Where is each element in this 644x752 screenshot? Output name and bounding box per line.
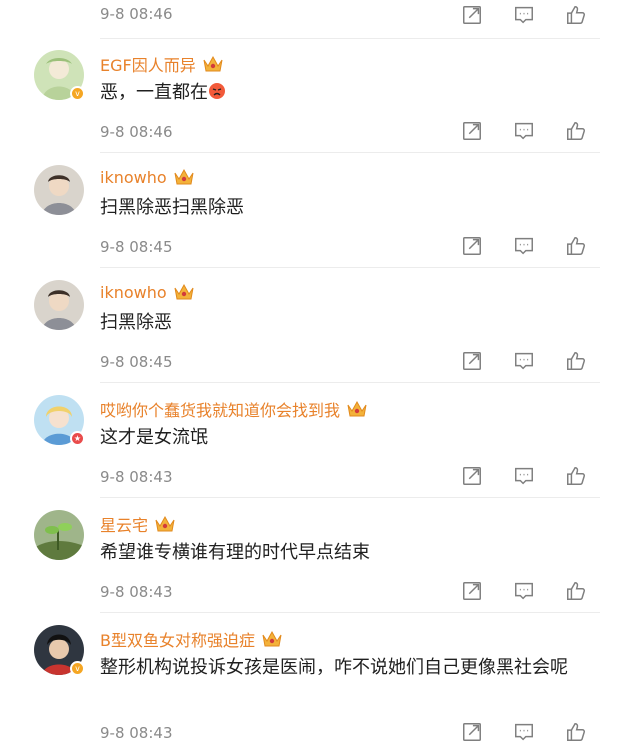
timestamp: 9-8 08:45: [100, 353, 173, 371]
like-icon[interactable]: [564, 579, 588, 603]
like-icon[interactable]: [564, 119, 588, 143]
share-icon[interactable]: [460, 720, 484, 744]
timestamp: 9-8 08:43: [100, 724, 173, 742]
avatar[interactable]: [34, 510, 84, 560]
action-bar: [460, 349, 588, 373]
comment-text: 扫黑除恶: [100, 312, 172, 333]
username[interactable]: iknowho: [100, 168, 167, 187]
share-icon[interactable]: [460, 119, 484, 143]
username[interactable]: 哎哟你个蠢货我就知道你会找到我: [100, 397, 340, 421]
divider: [100, 38, 600, 39]
action-bar: [460, 720, 588, 744]
timestamp: 9-8 08:43: [100, 583, 173, 601]
like-icon[interactable]: [564, 349, 588, 373]
timestamp: 9-8 08:43: [100, 468, 173, 486]
action-bar: [460, 579, 588, 603]
angry-emoji-icon: [209, 83, 225, 99]
avatar[interactable]: [34, 280, 84, 330]
action-bar: [460, 3, 588, 27]
timestamp: 9-8 08:46: [100, 123, 173, 141]
username[interactable]: 星云宅: [100, 512, 148, 536]
share-icon[interactable]: [460, 349, 484, 373]
like-icon[interactable]: [564, 464, 588, 488]
crown-icon: [173, 167, 195, 187]
like-icon[interactable]: [564, 720, 588, 744]
comment-text: 整形机构说投诉女孩是医闹，咋不说她们自己更像黑社会呢: [100, 657, 568, 678]
crown-icon: [346, 399, 368, 419]
comment-text: 这才是女流氓: [100, 427, 208, 448]
timestamp: 9-8 08:46: [100, 5, 173, 23]
comment-icon[interactable]: [512, 234, 536, 258]
comment-icon[interactable]: [512, 720, 536, 744]
action-bar: [460, 464, 588, 488]
comment-text: 扫黑除恶扫黑除恶: [100, 197, 244, 218]
share-icon[interactable]: [460, 579, 484, 603]
verified-badge-icon: v: [70, 86, 85, 101]
share-icon[interactable]: [460, 464, 484, 488]
action-bar: [460, 234, 588, 258]
share-icon[interactable]: [460, 3, 484, 27]
crown-icon: [173, 282, 195, 302]
timestamp: 9-8 08:45: [100, 238, 173, 256]
verified-badge-icon: v: [70, 661, 85, 676]
comment-icon[interactable]: [512, 464, 536, 488]
star-badge-icon: ★: [70, 431, 85, 446]
comment-text: 恶，一直都在: [100, 80, 590, 106]
comment-icon[interactable]: [512, 349, 536, 373]
divider: [100, 612, 600, 613]
like-icon[interactable]: [564, 3, 588, 27]
like-icon[interactable]: [564, 234, 588, 258]
share-icon[interactable]: [460, 234, 484, 258]
crown-icon: [261, 629, 283, 649]
action-bar: [460, 119, 588, 143]
divider: [100, 267, 600, 268]
username[interactable]: iknowho: [100, 283, 167, 302]
divider: [100, 382, 600, 383]
divider: [100, 497, 600, 498]
comment-text: 希望谁专横谁有理的时代早点结束: [100, 542, 370, 563]
comment-icon[interactable]: [512, 119, 536, 143]
comment-icon[interactable]: [512, 3, 536, 27]
avatar[interactable]: [34, 165, 84, 215]
divider: [100, 152, 600, 153]
comment-icon[interactable]: [512, 579, 536, 603]
crown-icon: [154, 514, 176, 534]
crown-icon: [202, 54, 224, 74]
username[interactable]: EGF因人而异: [100, 52, 196, 76]
username[interactable]: B型双鱼女对称强迫症: [100, 627, 255, 651]
